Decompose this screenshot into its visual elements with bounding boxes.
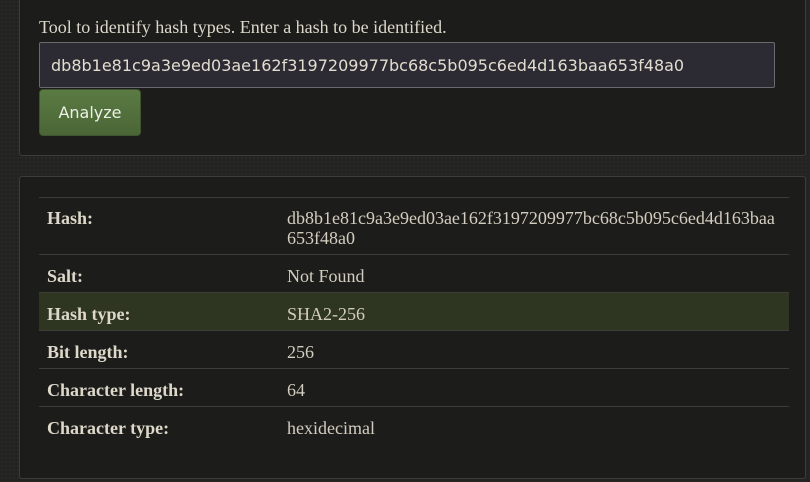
hash-value: db8b1e81c9a3e9ed03ae162f3197209977bc68c5… bbox=[287, 208, 775, 248]
result-row-character-type: Character type: hexidecimal bbox=[39, 406, 789, 445]
result-row-character-length: Character length: 64 bbox=[39, 368, 789, 407]
result-row-hash: Hash: db8b1e81c9a3e9ed03ae162f3197209977… bbox=[39, 197, 789, 255]
hash-type-label: Hash type: bbox=[47, 304, 131, 324]
character-length-value: 64 bbox=[287, 380, 305, 400]
analyze-button[interactable]: Analyze bbox=[39, 89, 141, 136]
hash-type-value: SHA2-256 bbox=[287, 304, 366, 324]
result-table: Hash: db8b1e81c9a3e9ed03ae162f3197209977… bbox=[39, 197, 789, 444]
character-length-label: Character length: bbox=[47, 380, 185, 400]
result-panel: Hash: db8b1e81c9a3e9ed03ae162f3197209977… bbox=[19, 176, 806, 479]
result-row-salt: Salt: Not Found bbox=[39, 254, 789, 293]
result-row-bit-length: Bit length: 256 bbox=[39, 330, 789, 369]
result-row-hash-type: Hash type: SHA2-256 bbox=[39, 292, 789, 331]
character-type-label: Character type: bbox=[47, 418, 170, 438]
bit-length-value: 256 bbox=[287, 342, 314, 362]
bit-length-label: Bit length: bbox=[47, 342, 129, 362]
hash-input-panel: Tool to identify hash types. Enter a has… bbox=[19, 0, 806, 156]
character-type-value: hexidecimal bbox=[287, 418, 375, 438]
salt-value: Not Found bbox=[287, 266, 365, 286]
tool-description: Tool to identify hash types. Enter a has… bbox=[39, 17, 447, 37]
hash-label: Hash: bbox=[47, 208, 94, 228]
hash-input[interactable] bbox=[39, 42, 775, 88]
salt-label: Salt: bbox=[47, 266, 83, 286]
